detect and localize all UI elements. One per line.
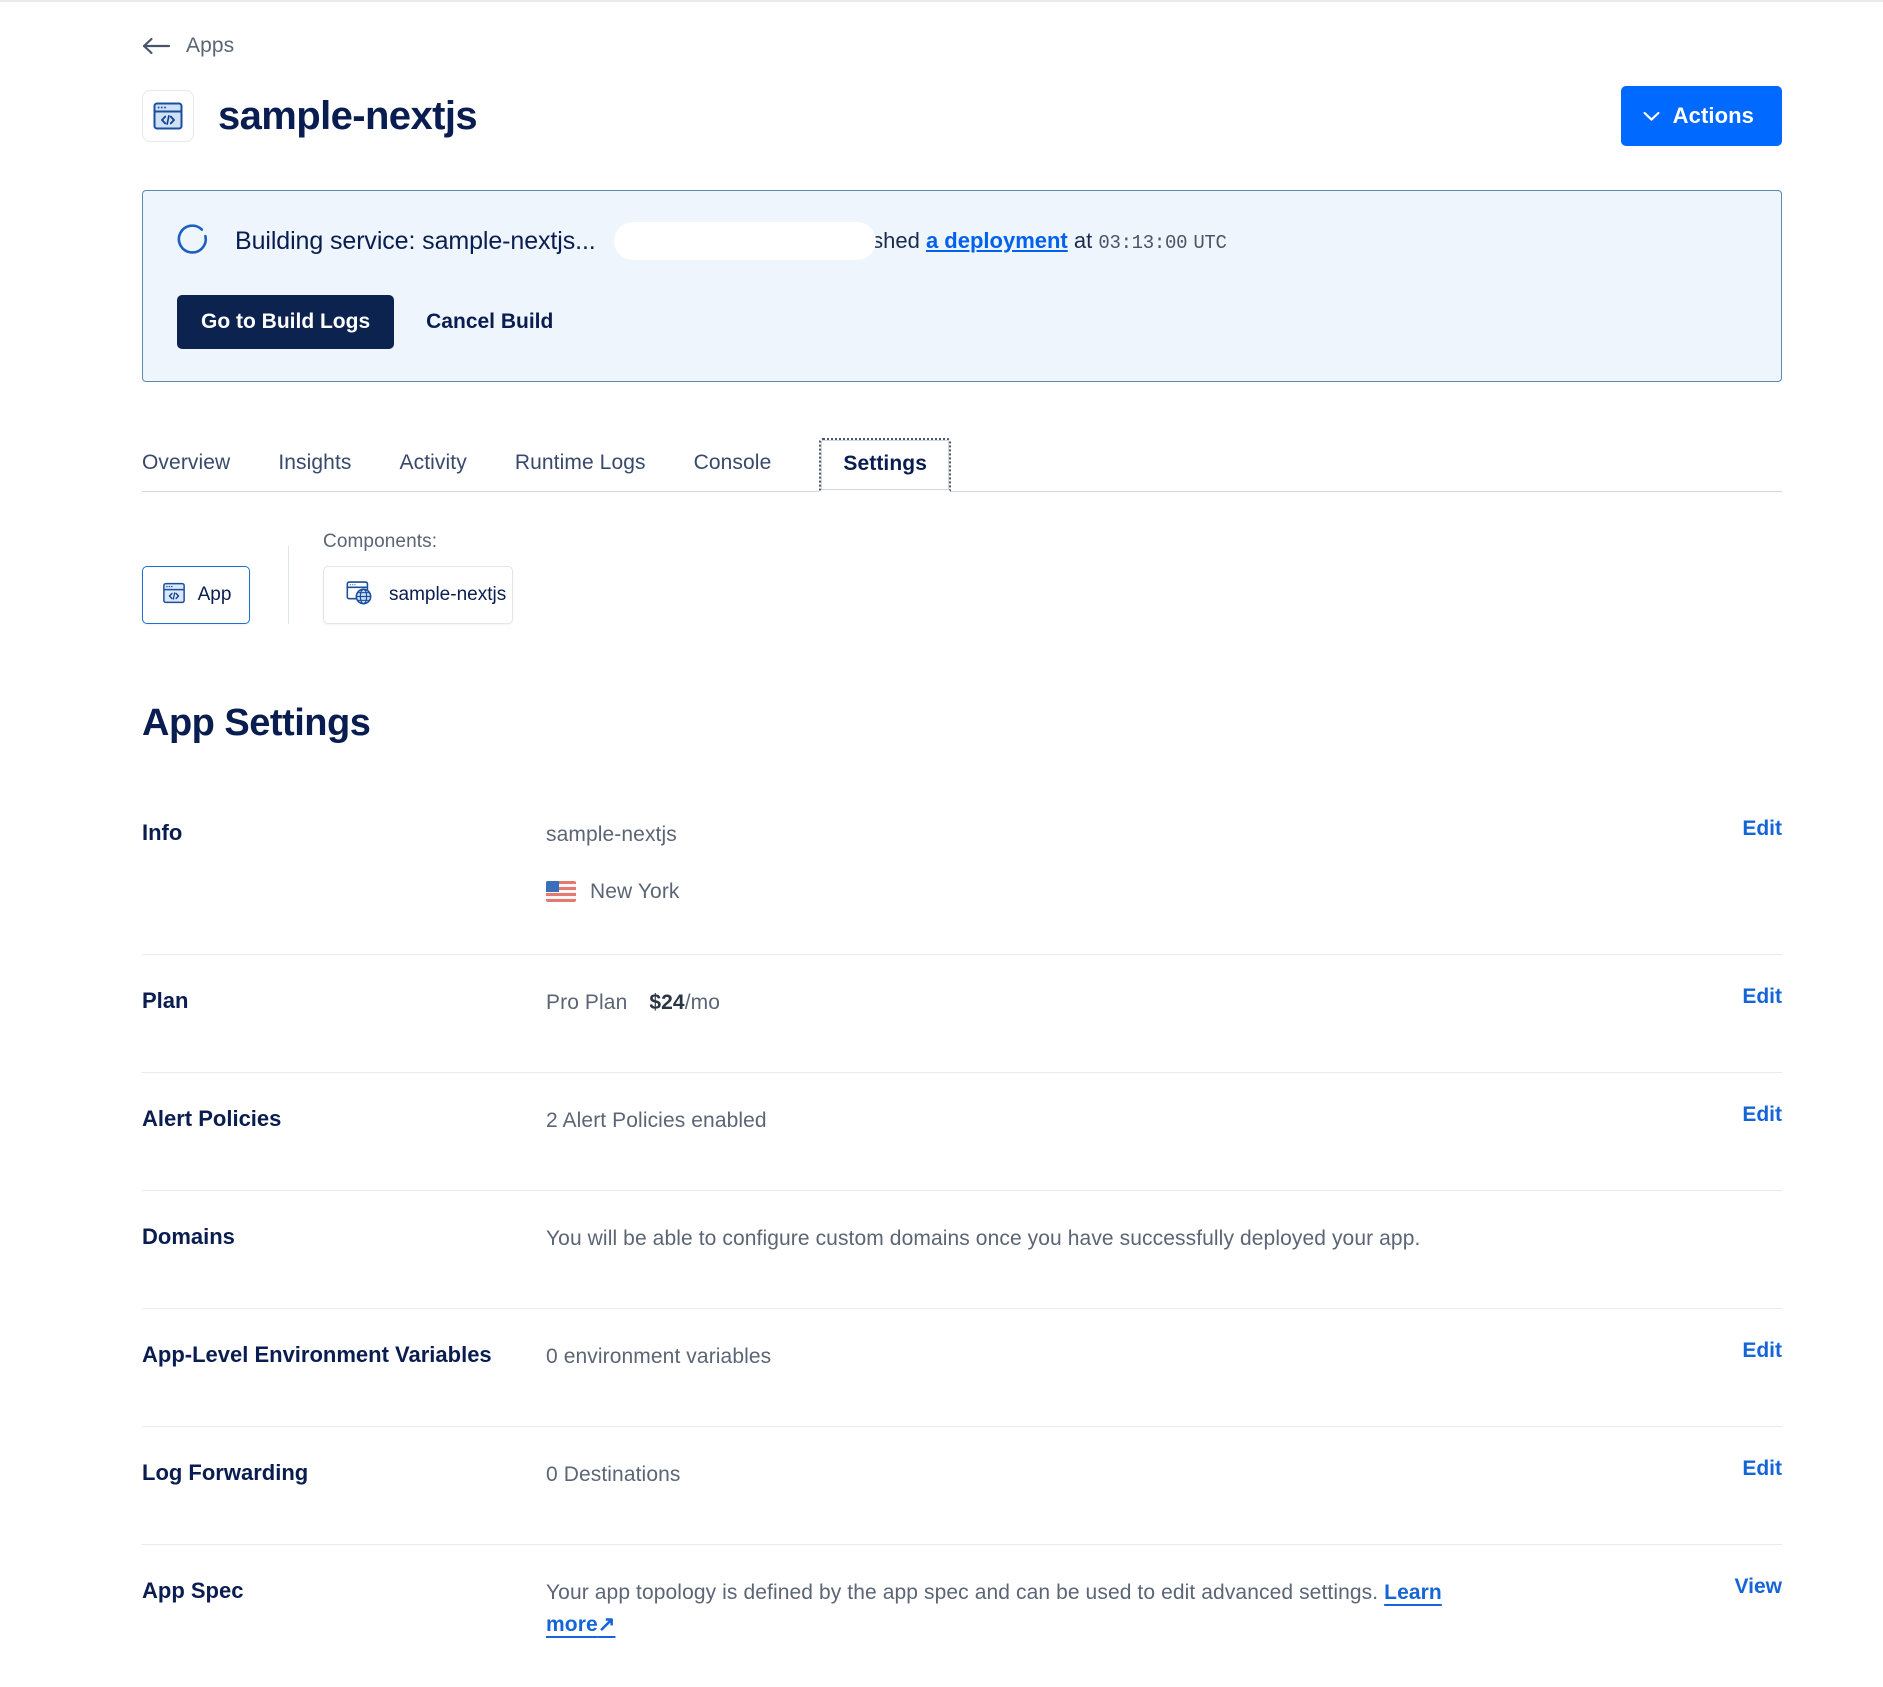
settings-row-info: Info sample-nextjs New York Edit — [142, 787, 1782, 955]
plan-price: $24 — [649, 990, 685, 1014]
tab-settings[interactable]: Settings — [819, 438, 952, 492]
components-group: Components: sample-nextjs — [323, 531, 513, 624]
code-window-icon — [142, 90, 194, 142]
tab-runtime-logs[interactable]: Runtime Logs — [515, 451, 646, 491]
build-status-banner: Building service: sample-nextjs... pushe… — [142, 190, 1782, 382]
breadcrumb[interactable]: Apps — [142, 33, 1782, 59]
build-status-line: Building service: sample-nextjs... pushe… — [177, 222, 1751, 260]
settings-row-body: 0 Destinations — [546, 1457, 1582, 1491]
domains-description: You will be able to configure custom dom… — [546, 1226, 1421, 1250]
settings-heading: App Settings — [142, 702, 371, 744]
page-header: sample-nextjs Actions — [142, 86, 1782, 146]
view-app-spec-button[interactable]: View — [1735, 1575, 1782, 1599]
log-forwarding-value: 0 Destinations — [546, 1462, 681, 1486]
settings-row-alert-policies: Alert Policies 2 Alert Policies enabled … — [142, 1073, 1782, 1191]
edit-plan-button[interactable]: Edit — [1742, 985, 1782, 1009]
info-region: New York — [546, 876, 1582, 908]
page-container: Apps sample-nextjs Actions Building serv… — [142, 0, 1782, 1687]
chevron-down-icon — [1643, 111, 1660, 122]
edit-info-button[interactable]: Edit — [1742, 817, 1782, 841]
settings-row-body: 2 Alert Policies enabled — [546, 1103, 1582, 1137]
us-flag-icon — [546, 881, 576, 903]
build-pushed-info: pushed a deployment at 03:13:00 UTC — [848, 228, 1227, 254]
settings-row-body: 0 environment variables — [546, 1339, 1582, 1373]
breadcrumb-label[interactable]: Apps — [186, 34, 234, 58]
edit-alert-policies-button[interactable]: Edit — [1742, 1103, 1782, 1127]
settings-row-plan: Plan Pro Plan $24/mo Edit — [142, 955, 1782, 1073]
app-spec-text: Your app topology is defined by the app … — [546, 1580, 1379, 1604]
at-label: at — [1073, 228, 1093, 253]
web-service-globe-icon — [345, 579, 375, 612]
actions-button[interactable]: Actions — [1620, 86, 1782, 146]
component-chip-label: sample-nextjs — [389, 584, 507, 605]
tab-console[interactable]: Console — [694, 451, 772, 491]
cancel-build-button[interactable]: Cancel Build — [420, 310, 559, 334]
settings-row-label: Domains — [142, 1223, 235, 1249]
settings-row-action: Edit — [1582, 1339, 1782, 1363]
settings-row-action: Edit — [1582, 985, 1782, 1009]
actions-button-label: Actions — [1672, 103, 1754, 128]
settings-row-action: Edit — [1582, 1103, 1782, 1127]
settings-row-app-spec: App Spec Your app topology is defined by… — [142, 1545, 1782, 1687]
edit-log-forwarding-button[interactable]: Edit — [1742, 1457, 1782, 1481]
page-title: sample-nextjs — [218, 94, 478, 138]
settings-row-label: App Spec — [142, 1577, 244, 1603]
info-region-label: New York — [590, 879, 680, 903]
build-status-text: Building service: sample-nextjs... — [235, 226, 596, 255]
tab-bar: Overview Insights Activity Runtime Logs … — [142, 438, 1782, 492]
edit-environment-variables-button[interactable]: Edit — [1742, 1339, 1782, 1363]
settings-list: Info sample-nextjs New York Edit Plan Pr… — [142, 787, 1782, 1687]
settings-row-action: Edit — [1582, 817, 1782, 841]
settings-row-label: Log Forwarding — [142, 1459, 309, 1485]
components-label: Components: — [323, 531, 438, 552]
plan-name: Pro Plan — [546, 990, 628, 1014]
tab-overview[interactable]: Overview — [142, 451, 230, 491]
build-timestamp: 03:13:00 — [1098, 232, 1188, 254]
arrow-left-icon[interactable] — [142, 35, 172, 57]
code-window-icon — [161, 581, 187, 610]
plan-line: Pro Plan $24/mo — [546, 987, 1582, 1019]
environment-variables-value: 0 environment variables — [546, 1344, 772, 1368]
info-app-name: sample-nextjs — [546, 823, 677, 846]
settings-row-body: Your app topology is defined by the app … — [546, 1575, 1582, 1641]
tab-insights[interactable]: Insights — [278, 451, 351, 491]
build-timezone: UTC — [1193, 232, 1227, 254]
redacted-username — [613, 222, 876, 260]
vertical-divider — [288, 546, 289, 624]
settings-row-label: Alert Policies — [142, 1105, 282, 1131]
plan-price-suffix: /mo — [684, 990, 721, 1014]
build-banner-actions: Go to Build Logs Cancel Build — [177, 295, 1751, 349]
app-scope-chip-label: App — [197, 584, 232, 605]
settings-row-action: View — [1582, 1575, 1782, 1599]
settings-row-body: Pro Plan $24/mo — [546, 985, 1582, 1019]
settings-row-log-forwarding: Log Forwarding 0 Destinations Edit — [142, 1427, 1782, 1545]
component-chip-sample-nextjs[interactable]: sample-nextjs — [323, 566, 513, 624]
tab-activity[interactable]: Activity — [400, 451, 467, 491]
component-selector: App Components: sample-nextjs — [142, 531, 1782, 624]
settings-row-label: Plan — [142, 987, 189, 1013]
go-to-build-logs-button[interactable]: Go to Build Logs — [177, 295, 395, 349]
external-link-arrow-icon: ↗ — [597, 1612, 616, 1636]
settings-row-label: App-Level Environment Variables — [142, 1341, 492, 1367]
settings-row-label: Info — [142, 820, 183, 845]
settings-row-action: Edit — [1582, 1457, 1782, 1481]
settings-row-body: You will be able to configure custom dom… — [546, 1221, 1582, 1255]
app-scope-chip[interactable]: App — [142, 566, 250, 624]
loading-spinner-icon — [177, 224, 235, 258]
settings-row-app-level-environment-variables: App-Level Environment Variables 0 enviro… — [142, 1309, 1782, 1427]
settings-row-domains: Domains You will be able to configure cu… — [142, 1191, 1782, 1309]
deployment-link[interactable]: a deployment — [926, 228, 1068, 253]
app-spec-description: Your app topology is defined by the app … — [546, 1577, 1446, 1641]
alert-policies-value: 2 Alert Policies enabled — [546, 1108, 767, 1132]
settings-row-body: sample-nextjs New York — [546, 817, 1582, 908]
